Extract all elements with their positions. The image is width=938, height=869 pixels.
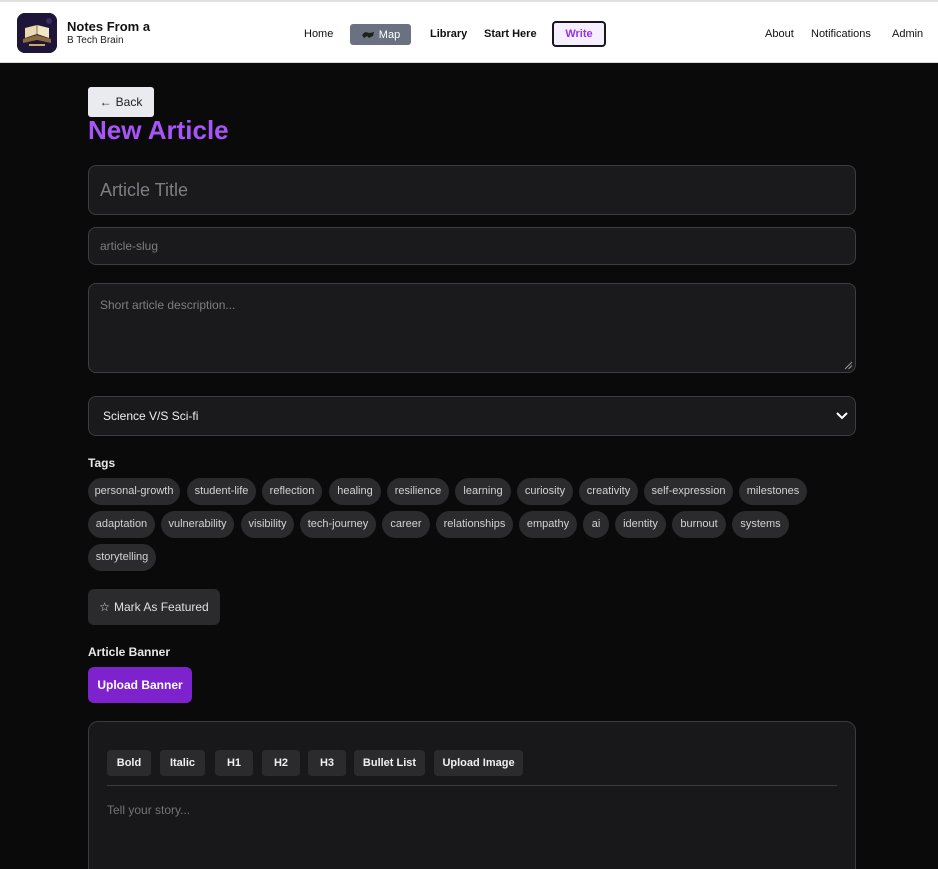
tag-chip[interactable]: identity — [615, 511, 666, 538]
category-selected-value: Science V/S Sci-fi — [103, 409, 199, 423]
nav-map-label: Map — [378, 28, 401, 41]
upload-image-button[interactable]: Upload Image — [434, 750, 523, 776]
back-label: Back — [115, 95, 143, 109]
top-navbar: Notes From a B Tech Brain Home Map Libra… — [0, 0, 938, 63]
nav-admin[interactable]: Admin — [892, 24, 923, 45]
article-banner-label: Article Banner — [88, 645, 171, 659]
mark-as-featured-button[interactable]: ☆ Mark As Featured — [88, 589, 220, 625]
tag-chip[interactable]: healing — [329, 478, 381, 505]
book-logo-icon[interactable] — [17, 13, 57, 53]
tag-chip[interactable]: learning — [455, 478, 511, 505]
nav-write[interactable]: Write — [552, 21, 606, 47]
tag-chip[interactable]: resilience — [387, 478, 449, 505]
tag-chip[interactable]: curiosity — [517, 478, 573, 505]
tag-chip[interactable]: ai — [583, 511, 609, 538]
nav-start-here[interactable]: Start Here — [484, 24, 537, 45]
editor-content-area[interactable]: Tell your story... — [107, 803, 190, 817]
italic-button[interactable]: Italic — [160, 750, 205, 776]
resize-handle-icon[interactable] — [844, 361, 853, 370]
tag-chip[interactable]: tech-journey — [300, 511, 376, 538]
article-description-textarea[interactable]: Short article description... — [88, 283, 856, 373]
editor-divider — [107, 785, 837, 786]
nav-home[interactable]: Home — [304, 24, 333, 45]
article-editor: Bold Italic H1 H2 H3 Bullet List Upload … — [88, 721, 856, 869]
tag-chip[interactable]: milestones — [739, 478, 807, 505]
tag-chip[interactable]: visibility — [241, 511, 294, 538]
map-icon — [361, 31, 374, 38]
article-title-input[interactable]: Article Title — [88, 165, 856, 215]
brand-subtitle: B Tech Brain — [67, 35, 124, 46]
tag-chip[interactable]: personal-growth — [88, 478, 180, 505]
tag-chip[interactable]: relationships — [436, 511, 513, 538]
h3-button[interactable]: H3 — [308, 750, 346, 776]
brand-title[interactable]: Notes From a — [67, 19, 150, 34]
bold-button[interactable]: Bold — [107, 750, 151, 776]
tag-chip[interactable]: empathy — [519, 511, 577, 538]
tag-chip[interactable]: reflection — [262, 478, 322, 505]
tag-chip[interactable]: storytelling — [88, 544, 156, 571]
tag-chip[interactable]: vulnerability — [161, 511, 234, 538]
tags-label: Tags — [88, 456, 116, 470]
page-title: New Article — [88, 115, 229, 145]
h2-button[interactable]: H2 — [262, 750, 300, 776]
nav-library[interactable]: Library — [430, 24, 467, 45]
h1-button[interactable]: H1 — [215, 750, 253, 776]
chevron-down-icon — [836, 412, 848, 420]
nav-notifications[interactable]: Notifications — [811, 24, 871, 45]
tag-chip[interactable]: systems — [732, 511, 789, 538]
article-slug-input[interactable]: article-slug — [88, 227, 856, 265]
nav-map[interactable]: Map — [350, 24, 411, 45]
tag-chip[interactable]: career — [382, 511, 430, 538]
back-button[interactable]: ← Back — [88, 87, 154, 117]
nav-about[interactable]: About — [765, 24, 794, 45]
back-arrow-icon: ← — [99, 95, 112, 109]
bullet-list-button[interactable]: Bullet List — [354, 750, 425, 776]
tag-chip[interactable]: adaptation — [88, 511, 155, 538]
tag-chip[interactable]: student-life — [187, 478, 256, 505]
star-icon: ☆ — [99, 600, 111, 614]
nav-write-label: Write — [565, 28, 593, 40]
tag-chip[interactable]: self-expression — [644, 478, 733, 505]
description-placeholder: Short article description... — [100, 298, 236, 312]
category-select[interactable]: Science V/S Sci-fi — [88, 396, 856, 436]
tag-chip[interactable]: burnout — [672, 511, 726, 538]
mark-as-featured-label: Mark As Featured — [114, 600, 209, 614]
tag-chip[interactable]: creativity — [579, 478, 638, 505]
upload-banner-button[interactable]: Upload Banner — [88, 667, 192, 703]
